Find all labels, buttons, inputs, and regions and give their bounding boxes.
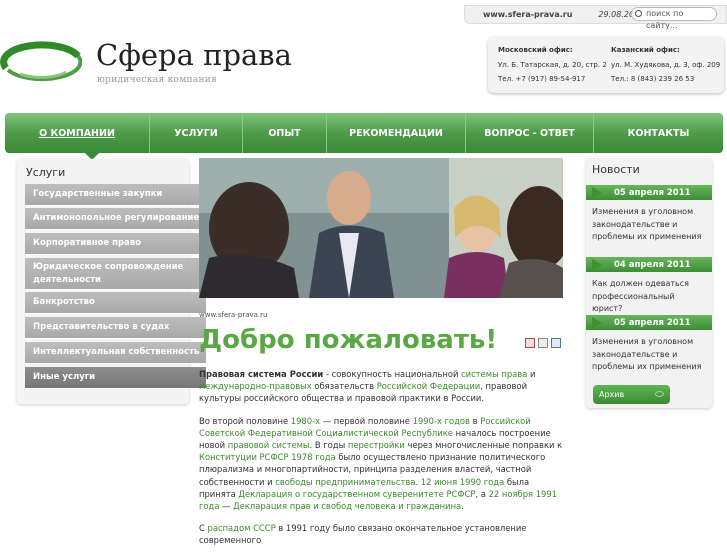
text: обязательств — [311, 381, 377, 392]
text: — — [219, 501, 234, 512]
news-date: 04 апреля 2011 — [592, 258, 691, 272]
news-date: 05 апреля 2011 — [592, 186, 691, 200]
pdf-icon[interactable] — [525, 338, 535, 348]
article-paragraph: С распадом СССР в 1991 году было связано… — [199, 522, 563, 546]
text: — первой половине — [320, 415, 413, 426]
sidebar-item-other[interactable]: Иные услуги — [25, 367, 206, 389]
article-body: Правовая система России - совокупность н… — [199, 368, 563, 557]
text: Во второй половине — [199, 415, 291, 426]
link-june-12[interactable]: 12 июня 1990 года — [421, 477, 504, 487]
search-placeholder: поиск по сайту... — [646, 9, 684, 30]
image-caption: www.sfera-prava.ru — [199, 311, 268, 319]
link-international[interactable]: международно-правовых — [199, 381, 312, 391]
logo-icon[interactable] — [0, 34, 82, 86]
link-law-systems[interactable]: системы права — [461, 369, 527, 379]
text: С — [199, 523, 208, 534]
sidebar-item-bankruptcy[interactable]: Банкротство — [25, 292, 206, 314]
text: , а — [475, 488, 489, 499]
arrow-right-icon — [592, 187, 602, 199]
nav-experience[interactable]: ОПЫТ — [243, 113, 327, 153]
nav-recommendations[interactable]: РЕКОМЕНДАЦИИ — [327, 113, 466, 153]
page-title: Добро пожаловать! — [199, 325, 498, 355]
news-item[interactable]: Изменения в уголовном законодательстве и… — [592, 206, 706, 244]
text: в — [469, 415, 481, 426]
site-url[interactable]: www.sfera-prava.ru — [483, 10, 572, 19]
link-legal-system[interactable]: правовой системы — [228, 440, 310, 450]
search-icon — [635, 10, 642, 17]
link-1990s[interactable]: 1990-х годов — [413, 416, 470, 426]
nav-services[interactable]: УСЛУГИ — [150, 113, 243, 153]
sidebar-item-corporate[interactable]: Корпоративное право — [25, 233, 206, 255]
link-constitution[interactable]: Конституции РСФСР 1978 года — [199, 452, 336, 462]
link-ussr-collapse[interactable]: распадом СССР — [208, 523, 276, 533]
nav-about[interactable]: О КОМПАНИИ — [5, 113, 150, 153]
arrow-right-icon — [592, 259, 602, 271]
article-tools — [525, 338, 561, 348]
link-1980s[interactable]: 1980-х — [291, 416, 320, 426]
main-nav: О КОМПАНИИ УСЛУГИ ОПЫТ РЕКОМЕНДАЦИИ ВОПР… — [5, 113, 723, 153]
link-sovereignty[interactable]: Декларация о государственном суверенитет… — [238, 489, 475, 499]
kazan-office-title: Казанский офис: — [611, 46, 680, 54]
moscow-address: Ул. Б. Татарская, д. 20, стр. 2 — [498, 61, 607, 69]
text: . — [461, 501, 464, 512]
article-paragraph: Во второй половине 1980-х — первой полов… — [199, 415, 563, 513]
sidebar-item-courts[interactable]: Представительство в судах — [25, 317, 206, 339]
text: через многочисленные поправки к — [404, 440, 563, 451]
article-paragraph: Правовая система России - совокупность н… — [199, 368, 563, 405]
news-item[interactable]: Как должен одеваться профессиональный юр… — [592, 278, 706, 316]
services-title: Услуги — [26, 166, 66, 179]
news-date-label: 05 апреля 2011 — [614, 318, 691, 328]
sidebar-item-antimonopoly[interactable]: Антимонопольное регулирование — [25, 208, 206, 230]
link-perestroika[interactable]: перестройки — [348, 440, 405, 450]
term-legal-system: Правовая система России — [199, 369, 324, 379]
brand-slogan: юридическая компания — [97, 75, 218, 85]
link-declaration-rights[interactable]: Декларация прав и свобод человека и граж… — [233, 501, 461, 511]
eye-icon — [655, 391, 664, 397]
text: и — [527, 369, 536, 379]
archive-label: Архив — [599, 390, 625, 399]
sidebar-item-ip[interactable]: Интеллектуальная собственность — [25, 342, 206, 364]
link-russian-federation[interactable]: Российской Федерации — [377, 381, 481, 391]
moscow-office-title: Московский офис: — [498, 46, 573, 54]
news-date-label: 05 апреля 2011 — [614, 188, 691, 198]
news-item[interactable]: Изменения в уголовном законодательстве и… — [592, 336, 706, 374]
email-icon[interactable] — [551, 338, 561, 348]
news-sidebar: Новости 05 апреля 2011 Изменения в уголо… — [586, 158, 712, 408]
news-date: 05 апреля 2011 — [592, 316, 691, 330]
print-icon[interactable] — [538, 338, 548, 348]
news-title: Новости — [592, 163, 640, 176]
nav-contacts[interactable]: КОНТАКТЫ — [594, 113, 723, 153]
text: - совокупность национальной — [323, 369, 462, 379]
moscow-phone: Тел. +7 (917) 89-54-917 — [498, 75, 586, 83]
archive-button[interactable]: Архив — [593, 385, 670, 404]
link-enterprise[interactable]: свободы предпринимательства — [275, 477, 415, 487]
kazan-phone: Тел.: 8 (843) 239 26 53 — [611, 75, 695, 83]
text: . В годы — [309, 440, 348, 451]
nav-faq[interactable]: ВОПРОС - ОТВЕТ — [466, 113, 594, 153]
services-sidebar: Услуги Государственные закупки Антимоноп… — [17, 159, 206, 404]
business-people-illustration — [199, 158, 563, 298]
arrow-right-icon — [592, 317, 602, 329]
sidebar-item-legal-support[interactable]: Юридическое сопровождение деятельности — [25, 258, 206, 290]
brand-name: Сфера права — [96, 38, 292, 72]
offices-panel: Московский офис: Ул. Б. Татарская, д. 20… — [488, 37, 724, 93]
hero-image — [199, 158, 563, 298]
search-input[interactable]: поиск по сайту... — [631, 7, 717, 30]
kazan-address: ул. М. Худякова, д. 3, оф. 209 — [611, 61, 721, 69]
news-date-label: 04 апреля 2011 — [614, 260, 691, 270]
sidebar-item-procurement[interactable]: Государственные закупки — [25, 184, 206, 206]
